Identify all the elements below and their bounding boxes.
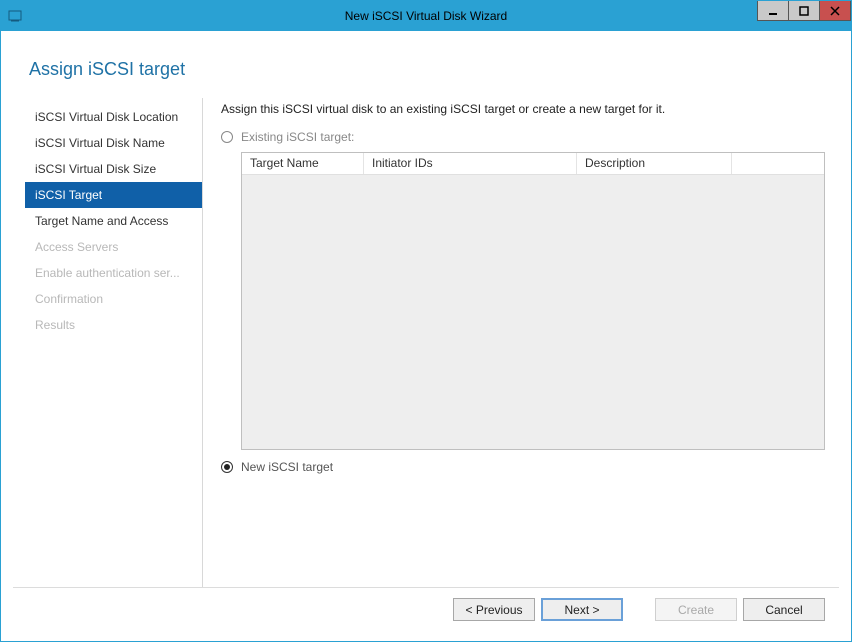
step-access-servers: Access Servers — [29, 234, 202, 260]
wizard-main-panel: Assign this iSCSI virtual disk to an exi… — [203, 98, 839, 587]
col-extra[interactable] — [732, 153, 824, 174]
client-area: Assign iSCSI target iSCSI Virtual Disk L… — [1, 31, 851, 641]
step-size[interactable]: iSCSI Virtual Disk Size — [29, 156, 202, 182]
radio-new-label: New iSCSI target — [241, 460, 333, 474]
step-location[interactable]: iSCSI Virtual Disk Location — [29, 104, 202, 130]
minimize-button[interactable] — [757, 1, 789, 21]
step-name[interactable]: iSCSI Virtual Disk Name — [29, 130, 202, 156]
step-target[interactable]: iSCSI Target — [25, 182, 202, 208]
wizard-steps-sidebar: iSCSI Virtual Disk Location iSCSI Virtua… — [13, 98, 203, 587]
page-heading: Assign iSCSI target — [29, 59, 839, 80]
instruction-text: Assign this iSCSI virtual disk to an exi… — [221, 102, 825, 116]
radio-existing-label: Existing iSCSI target: — [241, 130, 354, 144]
step-enable-auth: Enable authentication ser... — [29, 260, 202, 286]
wizard-footer: < Previous Next > Create Cancel — [13, 587, 839, 631]
step-confirmation: Confirmation — [29, 286, 202, 312]
window-title: New iSCSI Virtual Disk Wizard — [1, 9, 851, 23]
radio-icon — [221, 131, 233, 143]
col-target-name[interactable]: Target Name — [242, 153, 364, 174]
radio-icon — [221, 461, 233, 473]
app-icon — [1, 8, 29, 24]
wizard-window: New iSCSI Virtual Disk Wizard Assign iSC… — [0, 0, 852, 642]
maximize-button[interactable] — [788, 1, 820, 21]
col-initiator-ids[interactable]: Initiator IDs — [364, 153, 577, 174]
radio-new-target[interactable]: New iSCSI target — [221, 460, 825, 474]
close-button[interactable] — [819, 1, 851, 21]
titlebar[interactable]: New iSCSI Virtual Disk Wizard — [1, 1, 851, 31]
cancel-button[interactable]: Cancel — [743, 598, 825, 621]
window-controls — [758, 1, 851, 21]
step-target-name-access[interactable]: Target Name and Access — [29, 208, 202, 234]
next-button[interactable]: Next > — [541, 598, 623, 621]
existing-targets-table: Target Name Initiator IDs Description — [241, 152, 825, 450]
radio-existing-target[interactable]: Existing iSCSI target: — [221, 130, 825, 144]
step-results: Results — [29, 312, 202, 338]
col-description[interactable]: Description — [577, 153, 732, 174]
previous-button[interactable]: < Previous — [453, 598, 535, 621]
table-header: Target Name Initiator IDs Description — [242, 153, 824, 175]
create-button: Create — [655, 598, 737, 621]
